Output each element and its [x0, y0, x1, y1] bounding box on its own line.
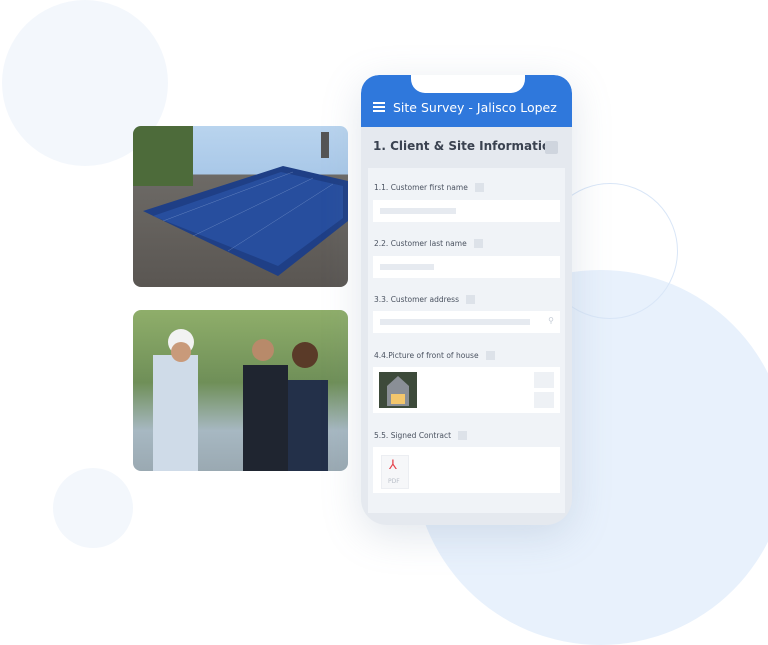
hamburger-icon[interactable]	[373, 102, 385, 112]
field-label: 1.1. Customer first name	[374, 183, 484, 192]
section-checkbox[interactable]	[545, 141, 558, 154]
image-action-button[interactable]	[534, 372, 554, 388]
field-checkbox[interactable]	[458, 431, 468, 440]
house-thumbnail[interactable]	[379, 372, 417, 408]
decor-circle	[53, 468, 133, 548]
app-header: Site Survey - Jalisco Lopez	[361, 75, 572, 127]
address-input[interactable]: ⚲	[373, 311, 560, 333]
house-picture-field[interactable]	[373, 367, 560, 413]
first-name-input[interactable]	[373, 200, 560, 222]
app-title: Site Survey - Jalisco Lopez	[393, 100, 557, 115]
signed-contract-field[interactable]: ⅄ PDF	[373, 447, 560, 493]
section-title: 1. Client & Site Information	[373, 139, 559, 153]
field-label: 3.3. Customer address	[374, 295, 475, 304]
field-checkbox[interactable]	[473, 239, 483, 248]
field-checkbox[interactable]	[465, 295, 475, 304]
image-action-button[interactable]	[534, 392, 554, 408]
field-label: 4.4.Picture of front of house	[374, 351, 495, 360]
pdf-file-icon[interactable]: ⅄ PDF	[381, 455, 409, 489]
handshake-photo	[133, 310, 348, 471]
field-label: 5.5. Signed Contract	[374, 431, 468, 440]
solar-panel-photo	[133, 126, 348, 287]
field-checkbox[interactable]	[474, 183, 484, 192]
phone-mockup: Site Survey - Jalisco Lopez 1. Client & …	[361, 75, 572, 525]
last-name-input[interactable]	[373, 256, 560, 278]
phone-notch	[411, 75, 525, 93]
form-card: 1.1. Customer first name 2.2. Customer l…	[368, 168, 565, 513]
location-pin-icon: ⚲	[548, 316, 554, 325]
field-label: 2.2. Customer last name	[374, 239, 483, 248]
field-checkbox[interactable]	[485, 351, 495, 360]
